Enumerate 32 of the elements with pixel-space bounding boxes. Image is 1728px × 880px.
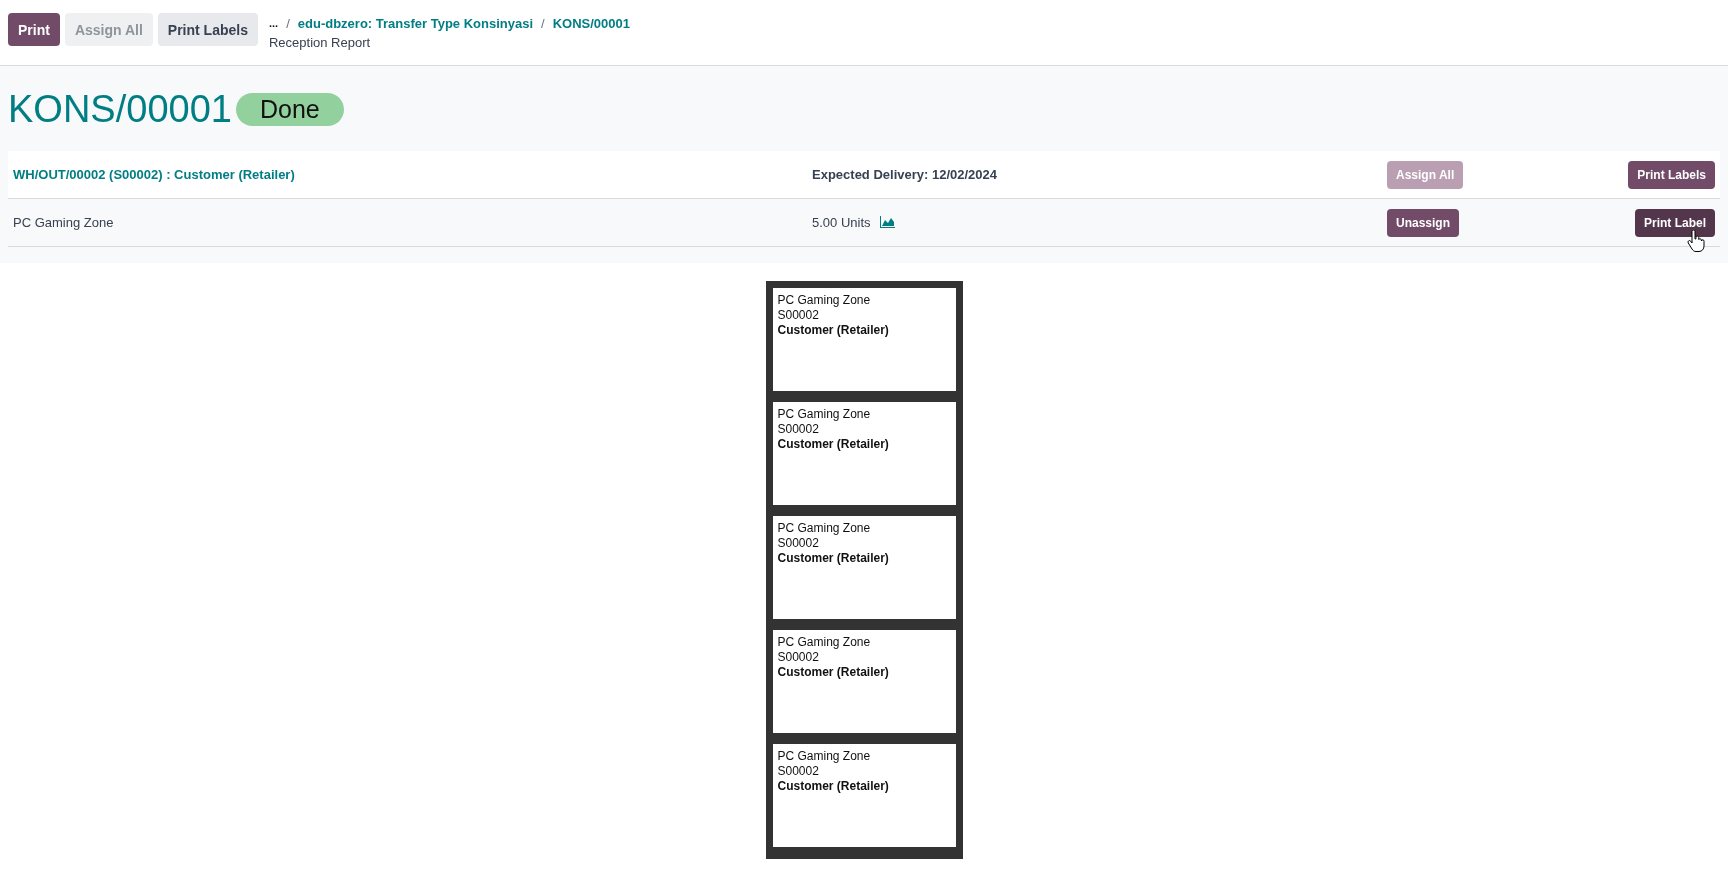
label-order: S00002 xyxy=(777,536,820,551)
transfer-link[interactable]: WH/OUT/00002 (S00002) : Customer (Retailer) xyxy=(13,167,295,182)
label-partner: Customer (Retailer) xyxy=(777,551,890,566)
label-partner: Customer (Retailer) xyxy=(777,323,890,338)
breadcrumb-link[interactable]: KONS/00001 xyxy=(552,15,630,31)
toolbar-button[interactable]: Print Labels xyxy=(157,13,258,46)
label-order: S00002 xyxy=(777,308,820,323)
label-order: S00002 xyxy=(777,764,820,779)
label-order: S00002 xyxy=(777,422,820,437)
breadcrumb-link[interactable]: edu-dbzero: Transfer Type Konsinyasi xyxy=(297,15,534,31)
label-product: PC Gaming Zone xyxy=(777,521,872,536)
label-product: PC Gaming Zone xyxy=(777,749,872,764)
breadcrumb-separator: / xyxy=(286,15,290,31)
breadcrumb-current: Reception Report xyxy=(268,35,372,50)
label-product: PC Gaming Zone xyxy=(777,407,872,422)
label-product: PC Gaming Zone xyxy=(777,635,872,650)
unassign-button[interactable]: Unassign xyxy=(1387,208,1459,237)
label-partner: Customer (Retailer) xyxy=(777,779,890,794)
expected-delivery: Expected Delivery: 12/02/2024 xyxy=(812,167,997,182)
quantity: 5.00 Units xyxy=(812,215,871,230)
status-badge: Done xyxy=(235,93,344,126)
breadcrumb-separator: / xyxy=(541,15,545,31)
record-title: KONS/00001 xyxy=(8,88,232,131)
product-name: PC Gaming Zone xyxy=(13,215,114,230)
label-order: S00002 xyxy=(777,650,820,665)
breadcrumb-ellipsis[interactable]: ... xyxy=(268,17,279,29)
label-partner: Customer (Retailer) xyxy=(777,437,890,452)
label-partner: Customer (Retailer) xyxy=(777,665,890,680)
print-labels-button[interactable]: Print Labels xyxy=(1628,160,1715,189)
print-label-button[interactable]: Print Label xyxy=(1635,208,1715,237)
label-product: PC Gaming Zone xyxy=(777,293,872,308)
toolbar-button[interactable]: Print xyxy=(8,13,60,46)
